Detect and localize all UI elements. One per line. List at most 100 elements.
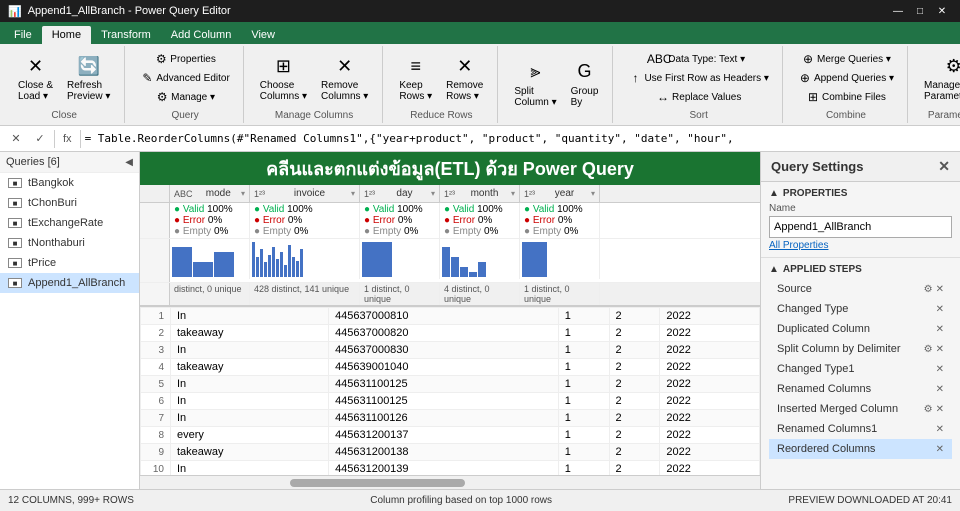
query-item-tnonthaburi[interactable]: ■ tNonthaburi	[0, 233, 139, 253]
applied-step-renamed-columns1[interactable]: Renamed Columns1✕	[769, 419, 952, 439]
col-header-year[interactable]: 1²³ year ▾	[520, 185, 600, 202]
group-by-button[interactable]: G GroupBy	[565, 56, 605, 112]
delete-step-icon[interactable]: ✕	[936, 424, 944, 435]
properties-button[interactable]: ⚙ Properties	[135, 50, 234, 68]
queries-list: ■ tBangkok ■ tChonBuri ■ tExchangeRate ■…	[0, 173, 139, 489]
split-column-icon: ⫸	[524, 60, 548, 84]
delete-step-icon[interactable]: ✕	[936, 444, 944, 455]
queries-collapse-button[interactable]: ◀	[125, 157, 133, 168]
accept-icon[interactable]: ✓	[30, 129, 50, 149]
horizontal-scrollbar[interactable]	[140, 475, 760, 489]
refresh-preview-button[interactable]: 🔄 RefreshPreview ▾	[61, 50, 116, 106]
table-row[interactable]: 4 takeaway 445639001040 1 2 2022	[141, 359, 760, 376]
delete-step-icon[interactable]: ✕	[936, 364, 944, 375]
tab-file[interactable]: File	[4, 26, 42, 44]
step-icons: ⚙✕	[924, 284, 944, 295]
col-sort-month: ▾	[511, 189, 515, 198]
manage-button[interactable]: ⚙ Manage ▾	[135, 88, 234, 106]
replace-values-icon: ↔	[656, 90, 670, 104]
applied-step-split-column-by-delimiter[interactable]: Split Column by Delimiter⚙✕	[769, 339, 952, 359]
table-row[interactable]: 6 In 445631100125 1 2 2022	[141, 393, 760, 410]
table-row[interactable]: 1 In 445637000810 1 2 2022	[141, 308, 760, 325]
applied-step-renamed-columns[interactable]: Renamed Columns✕	[769, 379, 952, 399]
replace-values-button[interactable]: ↔ Replace Values	[623, 88, 774, 106]
reject-icon[interactable]: ✕	[6, 129, 26, 149]
query-name-tprice: tPrice	[28, 257, 56, 269]
close-button[interactable]: ✕	[932, 3, 952, 19]
data-type-button[interactable]: ABC Data Type: Text ▾	[623, 50, 774, 68]
cell-month: 2	[609, 427, 660, 444]
applied-step-changed-type[interactable]: Changed Type✕	[769, 299, 952, 319]
minimize-button[interactable]: —	[888, 3, 908, 19]
delete-step-icon[interactable]: ✕	[936, 384, 944, 395]
tab-transform[interactable]: Transform	[91, 26, 161, 44]
col-header-day[interactable]: 1²³ day ▾	[360, 185, 440, 202]
applied-step-duplicated-column[interactable]: Duplicated Column✕	[769, 319, 952, 339]
delete-step-icon[interactable]: ✕	[936, 304, 944, 315]
cell-mode: In	[171, 342, 329, 359]
row-number: 10	[141, 461, 171, 476]
query-item-texchangerate[interactable]: ■ tExchangeRate	[0, 213, 139, 233]
query-name-tchonburi: tChonBuri	[28, 197, 77, 209]
query-item-tchonburi[interactable]: ■ tChonBuri	[0, 193, 139, 213]
first-row-header-button[interactable]: ↑ Use First Row as Headers ▾	[623, 69, 774, 87]
keep-rows-button[interactable]: ≡ KeepRows ▾	[393, 50, 438, 106]
col-header-mode[interactable]: ABC mode ▾	[170, 185, 250, 202]
table-row[interactable]: 2 takeaway 445637000820 1 2 2022	[141, 325, 760, 342]
gear-icon[interactable]: ⚙	[924, 284, 933, 295]
table-row[interactable]: 5 In 445631100125 1 2 2022	[141, 376, 760, 393]
tab-view[interactable]: View	[241, 26, 285, 44]
advanced-editor-button[interactable]: ✎ Advanced Editor	[135, 69, 234, 87]
settings-close-button[interactable]: ✕	[938, 158, 950, 175]
query-name-input[interactable]	[769, 216, 952, 238]
cell-invoice: 445631100125	[329, 393, 559, 410]
profile-invoice-stats: ● Valid 100% ● Error 0% ● Empty 0%	[250, 203, 360, 238]
col-name-invoice: invoice	[294, 188, 325, 199]
applied-step-changed-type1[interactable]: Changed Type1✕	[769, 359, 952, 379]
delete-step-icon[interactable]: ✕	[936, 324, 944, 335]
tab-add-column[interactable]: Add Column	[161, 26, 242, 44]
all-properties-link[interactable]: All Properties	[769, 240, 952, 251]
combine-files-button[interactable]: ⊞ Combine Files	[793, 88, 899, 106]
data-table-wrapper[interactable]: 1 In 445637000810 1 2 2022 2 takeaway 44…	[140, 307, 760, 475]
combine-files-icon: ⊞	[806, 90, 820, 104]
table-row[interactable]: 10 In 445631200139 1 2 2022	[141, 461, 760, 476]
query-item-tprice[interactable]: ■ tPrice	[0, 253, 139, 273]
choose-columns-button[interactable]: ⊞ ChooseColumns ▾	[254, 50, 313, 106]
table-row[interactable]: 7 In 445631100126 1 2 2022	[141, 410, 760, 427]
applied-step-inserted-merged-column[interactable]: Inserted Merged Column⚙✕	[769, 399, 952, 419]
row-number: 2	[141, 325, 171, 342]
maximize-button[interactable]: □	[910, 3, 930, 19]
table-row[interactable]: 9 takeaway 445631200138 1 2 2022	[141, 444, 760, 461]
properties-icon: ⚙	[154, 52, 168, 66]
table-row[interactable]: 8 every 445631200137 1 2 2022	[141, 427, 760, 444]
applied-step-source[interactable]: Source⚙✕	[769, 279, 952, 299]
close-load-button[interactable]: ✕ Close &Load ▾	[12, 50, 59, 106]
append-queries-button[interactable]: ⊕ Append Queries ▾	[793, 69, 899, 87]
remove-columns-button[interactable]: ✕ RemoveColumns ▾	[315, 50, 374, 106]
gear-icon[interactable]: ⚙	[924, 404, 933, 415]
title-bar-controls[interactable]: — □ ✕	[888, 3, 952, 19]
query-name-tnonthaburi: tNonthaburi	[28, 237, 85, 249]
delete-step-icon[interactable]: ✕	[936, 284, 944, 295]
applied-step-reordered-columns[interactable]: Reordered Columns✕	[769, 439, 952, 459]
row-number: 1	[141, 308, 171, 325]
delete-step-icon[interactable]: ✕	[936, 404, 944, 415]
query-item-append1[interactable]: ■ Append1_AllBranch	[0, 273, 139, 293]
profile-mode-stats: ● Valid 100% ● Error 0% ● Empty 0%	[170, 203, 250, 238]
profile-num-col	[140, 203, 170, 238]
table-row[interactable]: 3 In 445637000830 1 2 2022	[141, 342, 760, 359]
row-number: 9	[141, 444, 171, 461]
query-item-tbangkok[interactable]: ■ tBangkok	[0, 173, 139, 193]
delete-step-icon[interactable]: ✕	[936, 344, 944, 355]
remove-rows-button[interactable]: ✕ RemoveRows ▾	[440, 50, 489, 106]
split-column-button[interactable]: ⫸ SplitColumn ▾	[508, 56, 562, 112]
gear-icon[interactable]: ⚙	[924, 344, 933, 355]
manage-params-button[interactable]: ⚙ ManageParameters ▾	[918, 50, 960, 106]
merge-queries-button[interactable]: ⊕ Merge Queries ▾	[793, 50, 899, 68]
tab-home[interactable]: Home	[42, 26, 91, 44]
col-name-day: day	[396, 188, 412, 199]
col-header-invoice[interactable]: 1²³ invoice ▾	[250, 185, 360, 202]
col-header-month[interactable]: 1²³ month ▾	[440, 185, 520, 202]
formula-input[interactable]	[85, 129, 954, 149]
